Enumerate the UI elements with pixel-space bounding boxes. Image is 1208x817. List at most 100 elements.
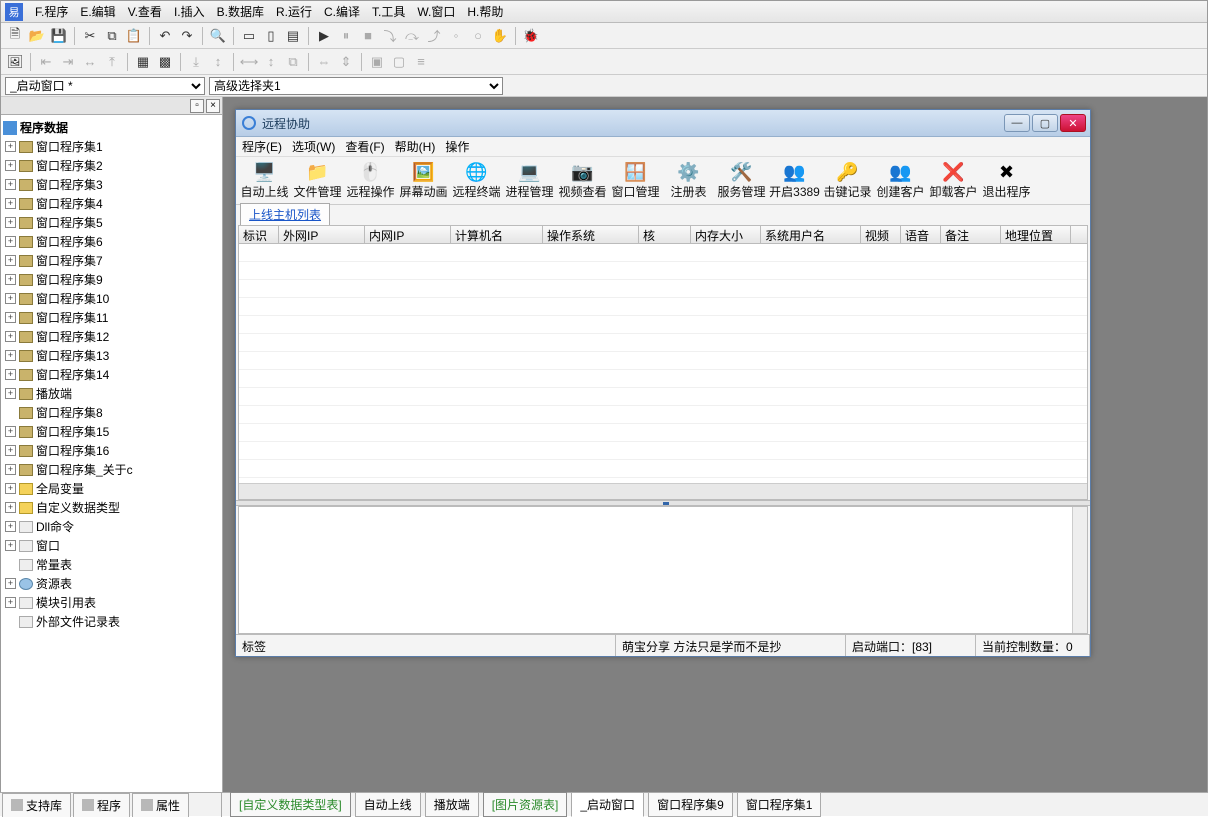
expand-icon[interactable]: + [5, 179, 16, 190]
log-pane-scrollbar[interactable] [1072, 507, 1087, 633]
expand-icon[interactable]: + [5, 578, 16, 589]
new-file-icon[interactable]: 🗎 [5, 26, 25, 46]
file-mgr-button[interactable]: 📁文件管理 [291, 158, 344, 204]
menu-help[interactable]: H.帮助 [461, 1, 509, 22]
layout-b-icon[interactable]: ▯ [261, 26, 281, 46]
object-selector-right[interactable]: 高级选择夹1 [209, 77, 503, 95]
tree-item[interactable]: +窗口程序集1 [3, 137, 220, 156]
clear-bp-icon[interactable]: ○ [468, 26, 488, 46]
minimize-icon[interactable]: — [1004, 114, 1030, 132]
open-file-icon[interactable]: 📂 [27, 26, 47, 46]
exit-prog-button[interactable]: ✖退出程序 [980, 158, 1033, 204]
same-width-icon[interactable]: ⟷ [239, 52, 259, 72]
tree-item[interactable]: +窗口程序集12 [3, 327, 220, 346]
expand-icon[interactable]: + [5, 312, 16, 323]
grid-column-header[interactable]: 标识 [239, 226, 279, 243]
grid-column-header[interactable]: 计算机名 [451, 226, 543, 243]
inner-menu-view[interactable]: 查看(F) [345, 138, 384, 155]
inner-menu-options[interactable]: 选项(W) [292, 138, 335, 155]
inner-menu-action[interactable]: 操作 [445, 138, 469, 155]
tab-support-lib[interactable]: 支持库 [2, 793, 71, 817]
align-vcenter-icon[interactable]: ↕ [208, 52, 228, 72]
expand-icon[interactable]: + [5, 141, 16, 152]
expand-icon[interactable]: + [5, 331, 16, 342]
panel-close-icon[interactable]: × [206, 99, 220, 113]
inner-menu-program[interactable]: 程序(E) [242, 138, 282, 155]
paste-icon[interactable]: 📋 [124, 26, 144, 46]
object-selector-left[interactable]: _启动窗口 * [5, 77, 205, 95]
tree-item[interactable]: +模块引用表 [3, 593, 220, 612]
debug-find-icon[interactable]: 🐞 [521, 26, 541, 46]
tree-item[interactable]: +自定义数据类型 [3, 498, 220, 517]
tree-root[interactable]: 程序数据 [3, 118, 220, 137]
menu-tools[interactable]: T.工具 [366, 1, 411, 22]
doc-tab[interactable]: 自动上线 [355, 792, 421, 817]
align-bottom-icon[interactable]: ⤓ [186, 52, 206, 72]
tree-item[interactable]: +窗口程序集9 [3, 270, 220, 289]
expand-icon[interactable]: + [5, 217, 16, 228]
tree-item[interactable]: 常量表 [3, 555, 220, 574]
uninstall-client-button[interactable]: ❌卸载客户 [927, 158, 980, 204]
same-height-icon[interactable]: ↕ [261, 52, 281, 72]
auto-online-button[interactable]: 🖥️自动上线 [238, 158, 291, 204]
spacing-h-icon[interactable]: ⇔ [314, 52, 334, 72]
panel-pin-icon[interactable]: ▫ [190, 99, 204, 113]
expand-icon[interactable]: + [5, 521, 16, 532]
log-pane[interactable] [238, 506, 1088, 634]
redo-icon[interactable]: ↷ [177, 26, 197, 46]
create-client-button[interactable]: 👥创建客户 [874, 158, 927, 204]
expand-icon[interactable]: + [5, 274, 16, 285]
doc-tab[interactable]: 窗口程序集1 [737, 792, 822, 817]
align-top-icon[interactable]: ⤒ [102, 52, 122, 72]
grid-column-header[interactable]: 视频 [861, 226, 901, 243]
tree-item[interactable]: +播放端 [3, 384, 220, 403]
menu-window[interactable]: W.窗口 [411, 1, 461, 22]
grid-column-header[interactable]: 外网IP [279, 226, 365, 243]
bring-front-icon[interactable]: ▣ [367, 52, 387, 72]
tree-item[interactable]: +Dll命令 [3, 517, 220, 536]
order-icon[interactable]: ≡ [411, 52, 431, 72]
expand-icon[interactable]: + [5, 198, 16, 209]
picture-icon[interactable]: 🖼 [5, 52, 25, 72]
grid-column-header[interactable]: 备注 [941, 226, 1001, 243]
tree-item[interactable]: +窗口程序集5 [3, 213, 220, 232]
open-3389-button[interactable]: 👥开启3389 [768, 158, 821, 204]
tree-item[interactable]: 外部文件记录表 [3, 612, 220, 631]
step-over-icon[interactable]: ⤼ [402, 26, 422, 46]
grid-a-icon[interactable]: ▦ [133, 52, 153, 72]
maximize-icon[interactable]: ▢ [1032, 114, 1058, 132]
align-hcenter-icon[interactable]: ↔ [80, 52, 100, 72]
doc-tab[interactable]: [自定义数据类型表] [230, 792, 351, 817]
tree-item[interactable]: +窗口程序集14 [3, 365, 220, 384]
align-left-icon[interactable]: ⇤ [36, 52, 56, 72]
tab-properties[interactable]: 属性 [132, 793, 189, 817]
expand-icon[interactable]: + [5, 388, 16, 399]
inner-menu-help[interactable]: 帮助(H) [395, 138, 436, 155]
grid-column-header[interactable]: 语音 [901, 226, 941, 243]
send-back-icon[interactable]: ▢ [389, 52, 409, 72]
expand-icon[interactable]: + [5, 350, 16, 361]
expand-icon[interactable]: + [5, 540, 16, 551]
tree-item[interactable]: +窗口程序集15 [3, 422, 220, 441]
step-out-icon[interactable]: ⤴ [424, 26, 444, 46]
service-mgr-button[interactable]: 🛠️服务管理 [715, 158, 768, 204]
tab-online-hosts[interactable]: 上线主机列表 [240, 203, 330, 225]
expand-icon[interactable]: + [5, 255, 16, 266]
grid-horizontal-scrollbar[interactable] [239, 483, 1087, 499]
tree-item[interactable]: +窗口程序集13 [3, 346, 220, 365]
proc-mgr-button[interactable]: 💻进程管理 [503, 158, 556, 204]
tree-item[interactable]: +窗口程序集4 [3, 194, 220, 213]
grid-column-header[interactable]: 核 [639, 226, 691, 243]
expand-icon[interactable]: + [5, 597, 16, 608]
tree-item[interactable]: +窗口程序集_关于c [3, 460, 220, 479]
copy-icon[interactable]: ⧉ [102, 26, 122, 46]
stop-icon[interactable]: ■ [358, 26, 378, 46]
layout-c-icon[interactable]: ▤ [283, 26, 303, 46]
menu-compile[interactable]: C.编译 [318, 1, 366, 22]
tree-item[interactable]: +窗口 [3, 536, 220, 555]
same-size-icon[interactable]: ⧉ [283, 52, 303, 72]
expand-icon[interactable]: + [5, 369, 16, 380]
grid-b-icon[interactable]: ▩ [155, 52, 175, 72]
grid-column-header[interactable]: 内存大小 [691, 226, 761, 243]
inner-title-bar[interactable]: 远程协助 — ▢ ✕ [236, 110, 1090, 137]
